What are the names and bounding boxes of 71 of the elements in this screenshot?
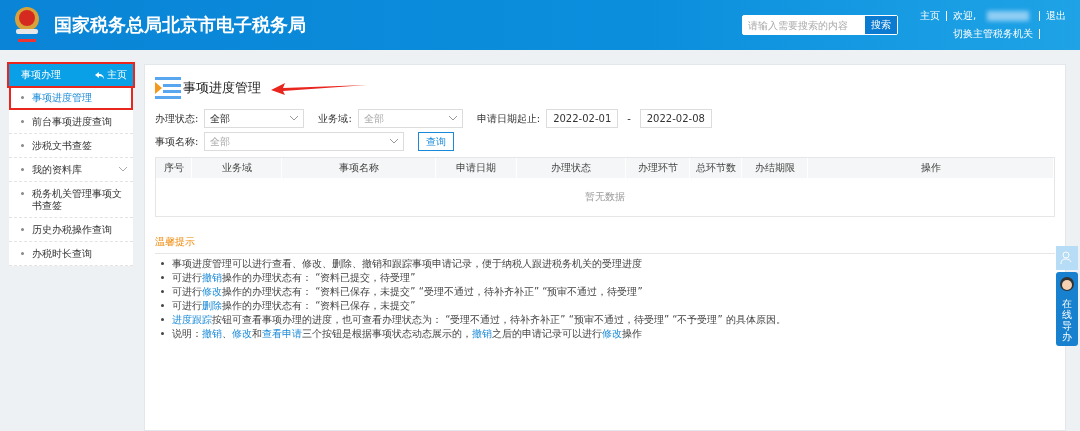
caret-icon: [448, 116, 457, 121]
home-link[interactable]: 主页: [920, 9, 940, 23]
tip-link[interactable]: 修改: [232, 328, 252, 339]
search-button[interactable]: 搜索: [865, 16, 897, 34]
chevron-icon: [119, 167, 127, 172]
tip-link[interactable]: 修改: [602, 328, 622, 339]
date-field[interactable]: 2022-02-01: [546, 109, 619, 128]
filter-label: 事项名称:: [155, 134, 199, 149]
search-field[interactable]: 请输入需要搜索的内容 搜索: [742, 15, 898, 35]
sidebar-item[interactable]: 税务机关管理事项文书查签: [9, 182, 133, 218]
site-title: 国家税务总局北京市电子税务局: [54, 13, 307, 37]
tip-text: 可进行删除操作的办理状态有： “资料已保存，未提交”: [172, 299, 416, 312]
tip-text: 可进行修改操作的办理状态有： “资料已保存，未提交” “受理不通过，待补齐补正” “预审不通过，待受理”: [172, 285, 643, 298]
home-link[interactable]: 主页: [95, 68, 127, 82]
tip-link[interactable]: 删除: [202, 300, 222, 311]
column-header: 事项名称: [282, 158, 436, 178]
sidebar-item[interactable]: 涉税文书查签: [9, 134, 133, 158]
sidebar-item[interactable]: 前台事项进度查询: [9, 110, 133, 134]
sidebar-title: 事项办理: [21, 68, 61, 82]
user-button[interactable]: [1056, 246, 1078, 270]
agent-icon: [1059, 276, 1075, 292]
date-field[interactable]: 2022-02-08: [639, 109, 712, 128]
caret-icon: [290, 116, 299, 121]
column-header: 申请日期: [436, 158, 517, 178]
tip-link[interactable]: 查看申请: [262, 328, 302, 339]
user-icon: [1060, 251, 1074, 265]
tip-link[interactable]: 撤销: [472, 328, 492, 339]
caret-icon: [390, 139, 399, 144]
tip-link[interactable]: 修改: [202, 286, 222, 297]
tip-link[interactable]: 撤销: [202, 272, 222, 283]
empty-message: 暂无数据: [585, 190, 625, 204]
column-header: 办理状态: [517, 158, 626, 178]
column-header: 业务域: [192, 158, 282, 178]
bullet-icon: [161, 304, 164, 307]
column-header: 办理环节: [626, 158, 690, 178]
filter-label: 申请日期起止:: [476, 111, 541, 126]
bullet-icon: [161, 332, 164, 335]
column-header: 办结期限: [742, 158, 808, 178]
tip-link[interactable]: 进度跟踪: [172, 314, 212, 325]
tip-text: 事项进度管理可以进行查看、修改、删除、撤销和跟踪事项申请记录，便于纳税人跟进税务机关的受理进度: [172, 257, 642, 270]
list-icon: [155, 77, 181, 99]
welcome-text: 欢迎,: [953, 9, 978, 23]
select-field[interactable]: 全部: [204, 132, 405, 151]
tip-text: 可进行撤销操作的办理状态有： “资料已提交，待受理”: [172, 271, 416, 284]
logout-link[interactable]: 退出: [1046, 9, 1066, 23]
date-separator: -: [627, 113, 631, 124]
select-field[interactable]: 全部: [204, 109, 305, 128]
switch-office-link[interactable]: 切换主管税务机关: [953, 27, 1033, 41]
sidebar-item[interactable]: 办税时长查询: [9, 242, 133, 266]
sidebar-item[interactable]: 历史办税操作查询: [9, 218, 133, 242]
bullet-icon: [161, 318, 164, 321]
tip-link[interactable]: 撤销: [202, 328, 222, 339]
filter-label: 办理状态:: [155, 111, 199, 126]
sidebar-item[interactable]: 事项进度管理: [9, 86, 133, 110]
bullet-icon: [161, 276, 164, 279]
redacted-name: [986, 11, 1029, 21]
select-field[interactable]: 全部: [357, 109, 463, 128]
query-button[interactable]: 查询: [418, 132, 455, 151]
online-guide-button[interactable]: 在线导办: [1056, 272, 1078, 346]
bullet-icon: [161, 290, 164, 293]
page-title: 事项进度管理: [183, 79, 261, 97]
column-header: 序号: [156, 158, 192, 178]
return-icon: [95, 71, 104, 79]
tip-text: 进度跟踪按钮可查看事项办理的进度，也可查看办理状态为： “受理不通过，待补齐补正” “预审不通过，待受理” “不予受理” 的具体原因。: [172, 313, 786, 326]
bullet-icon: [161, 262, 164, 265]
tip-text: 说明：撤销、修改和查看申请三个按钮是根据事项状态动态展示的，撤销之后的申请记录可以进行修改操作: [172, 327, 642, 340]
sidebar-item[interactable]: 我的资料库: [9, 158, 133, 182]
column-header: 总环节数: [690, 158, 742, 178]
column-header: 操作: [808, 158, 1054, 178]
tips-title: 温馨提示: [155, 235, 1055, 254]
filter-label: 业务域:: [318, 111, 352, 126]
